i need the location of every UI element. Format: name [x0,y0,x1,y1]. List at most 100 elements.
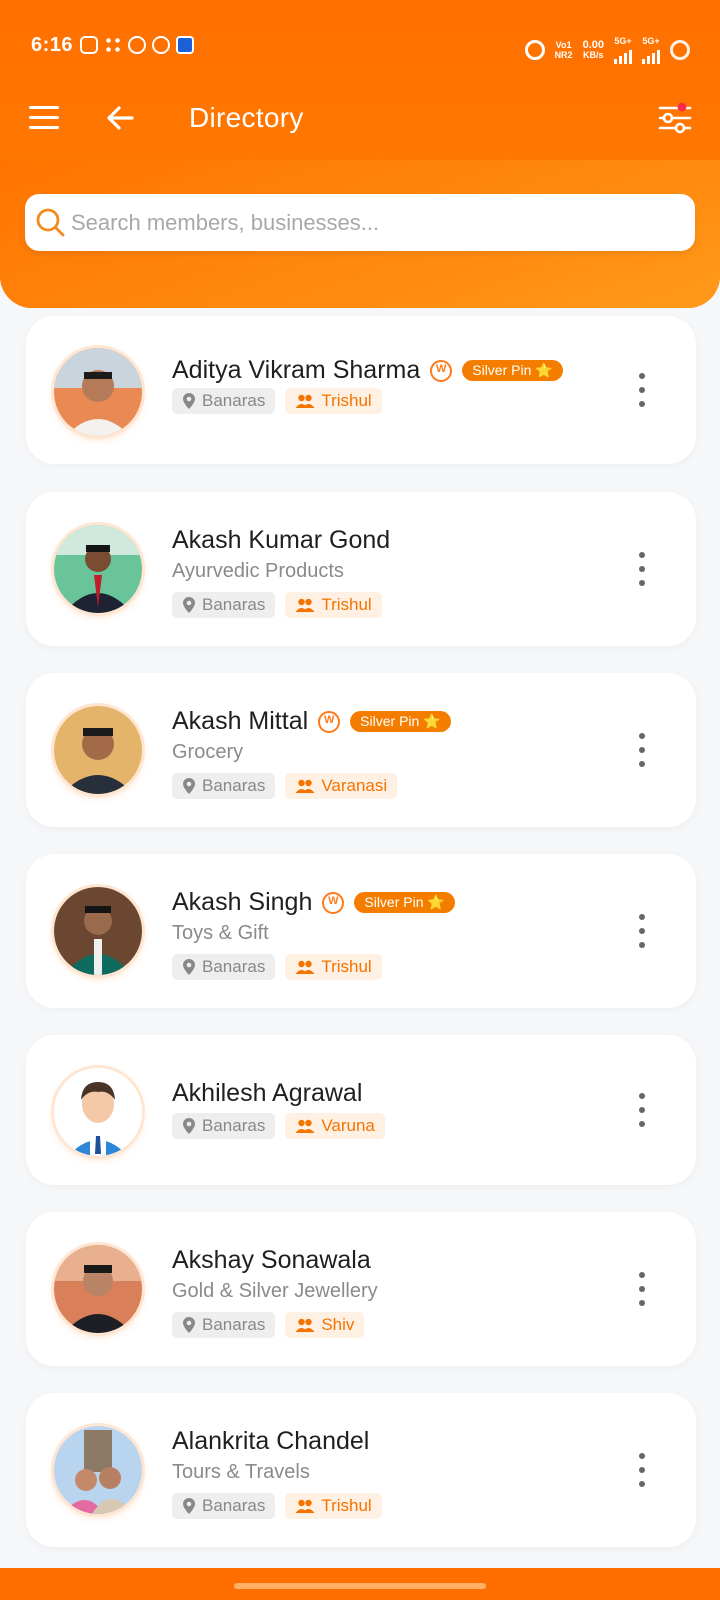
group-tag[interactable]: Trishul [285,954,382,980]
map-pin-icon [183,597,195,613]
notification-icons [80,36,194,54]
group-people-icon [295,779,315,793]
location-tag[interactable]: Banaras [172,388,276,414]
location-tag[interactable]: Banaras [172,1312,276,1338]
search-icon [35,207,67,239]
location-tag[interactable]: Banaras [172,592,276,618]
search-input[interactable] [71,194,671,251]
search-bar [25,194,695,251]
group-people-icon [295,1318,315,1332]
name-row: Alankrita Chandel [172,1427,369,1456]
alarm-icon [524,40,545,60]
group-tag[interactable]: Trishul [285,388,382,414]
pin-badge: Silver Pin ⭐ [462,360,563,381]
name-row: Akash Kumar Gond [172,526,390,555]
avatar [54,1426,142,1514]
group-people-icon [295,394,315,408]
member-name: Alankrita Chandel [172,1427,370,1455]
group-people-icon [295,1499,315,1513]
member-card[interactable]: Akhilesh Agrawal Banaras Varuna [26,1035,696,1185]
name-row: Aditya Vikram Sharma Silver Pin ⭐ [172,356,563,385]
map-pin-icon [183,1118,195,1134]
avatar [54,1068,142,1156]
app-bar: Directory [0,92,720,148]
slack-icon [104,36,122,54]
map-pin-icon [183,778,195,794]
avatar [54,525,142,613]
map-pin-icon [183,959,195,975]
tags: Banaras Trishul [172,1493,382,1519]
network-speed: 0.00 KB/s [582,39,604,61]
member-name: Akash Singh [172,888,313,916]
volte-indicator: Vo1 NR2 [554,40,573,60]
member-logo-icon [322,891,345,914]
group-tag[interactable]: Shiv [285,1312,365,1338]
location-tag[interactable]: Banaras [172,1113,276,1139]
member-name: Akhilesh Agrawal [172,1079,363,1107]
avatar [54,706,142,794]
avatar [54,1245,142,1333]
location-tag[interactable]: Banaras [172,1493,276,1519]
whatsapp-icon [128,36,146,54]
member-category: Toys & Gift [172,922,269,944]
member-card[interactable]: Alankrita Chandel Tours & Travels Banara… [26,1393,696,1547]
more-options-icon[interactable] [630,1093,654,1127]
home-indicator[interactable] [234,1583,486,1589]
tags: Banaras Trishul [172,954,382,980]
member-name: Akash Mittal [172,707,309,735]
location-tag[interactable]: Banaras [172,954,276,980]
member-category: Ayurvedic Products [172,560,344,582]
group-tag[interactable]: Trishul [285,1493,382,1519]
group-people-icon [295,1119,315,1133]
whatsapp-business-icon [152,36,170,54]
hamburger-menu-icon[interactable] [29,106,59,130]
status-time: 6:16 [31,34,74,56]
signal-bars-icon [614,46,632,64]
member-name: Aditya Vikram Sharma [172,356,421,384]
sliders-filter-icon[interactable] [658,102,694,134]
member-card[interactable]: Akash Singh Silver Pin ⭐ Toys & Gift Ban… [26,854,696,1008]
more-options-icon[interactable] [630,373,654,407]
member-card[interactable]: Akshay Sonawala Gold & Silver Jewellery … [26,1212,696,1366]
member-card[interactable]: Aditya Vikram Sharma Silver Pin ⭐ Banara… [26,316,696,464]
member-card[interactable]: Akash Kumar Gond Ayurvedic Products Bana… [26,492,696,646]
member-category: Grocery [172,741,244,763]
more-options-icon[interactable] [630,733,654,767]
loading-ring-icon [670,40,690,60]
name-row: Akash Singh Silver Pin ⭐ [172,888,455,917]
location-tag[interactable]: Banaras [172,773,276,799]
member-category: Tours & Travels [172,1461,310,1483]
pin-badge: Silver Pin ⭐ [354,892,455,913]
tags: Banaras Trishul [172,592,382,618]
tags: Banaras Varanasi [172,773,398,799]
group-tag[interactable]: Trishul [285,592,382,618]
more-options-icon[interactable] [630,552,654,586]
group-people-icon [295,598,315,612]
more-options-icon[interactable] [630,1453,654,1487]
signal-1: 5G+ [614,36,632,64]
group-people-icon [295,960,315,974]
name-row: Akshay Sonawala [172,1246,371,1275]
map-pin-icon [183,1498,195,1514]
group-tag[interactable]: Varanasi [285,773,398,799]
more-options-icon[interactable] [630,914,654,948]
member-name: Akash Kumar Gond [172,526,391,554]
group-tag[interactable]: Varuna [285,1113,385,1139]
status-right: Vo1 NR2 0.00 KB/s 5G+ 5G+ [524,36,690,64]
avatar [54,348,142,436]
member-logo-icon [318,710,341,733]
truecaller-icon [176,36,194,54]
signal-2: 5G+ [642,36,660,64]
member-card[interactable]: Akash Mittal Silver Pin ⭐ Grocery Banara… [26,673,696,827]
member-logo-icon [430,359,453,382]
member-category: Gold & Silver Jewellery [172,1280,378,1302]
member-name: Akshay Sonawala [172,1246,371,1274]
instagram-icon [80,36,98,54]
name-row: Akhilesh Agrawal [172,1079,362,1108]
tags: Banaras Shiv [172,1312,365,1338]
avatar [54,887,142,975]
more-options-icon[interactable] [630,1272,654,1306]
arrow-left-icon[interactable] [104,102,136,134]
name-row: Akash Mittal Silver Pin ⭐ [172,707,451,736]
map-pin-icon [183,1317,195,1333]
